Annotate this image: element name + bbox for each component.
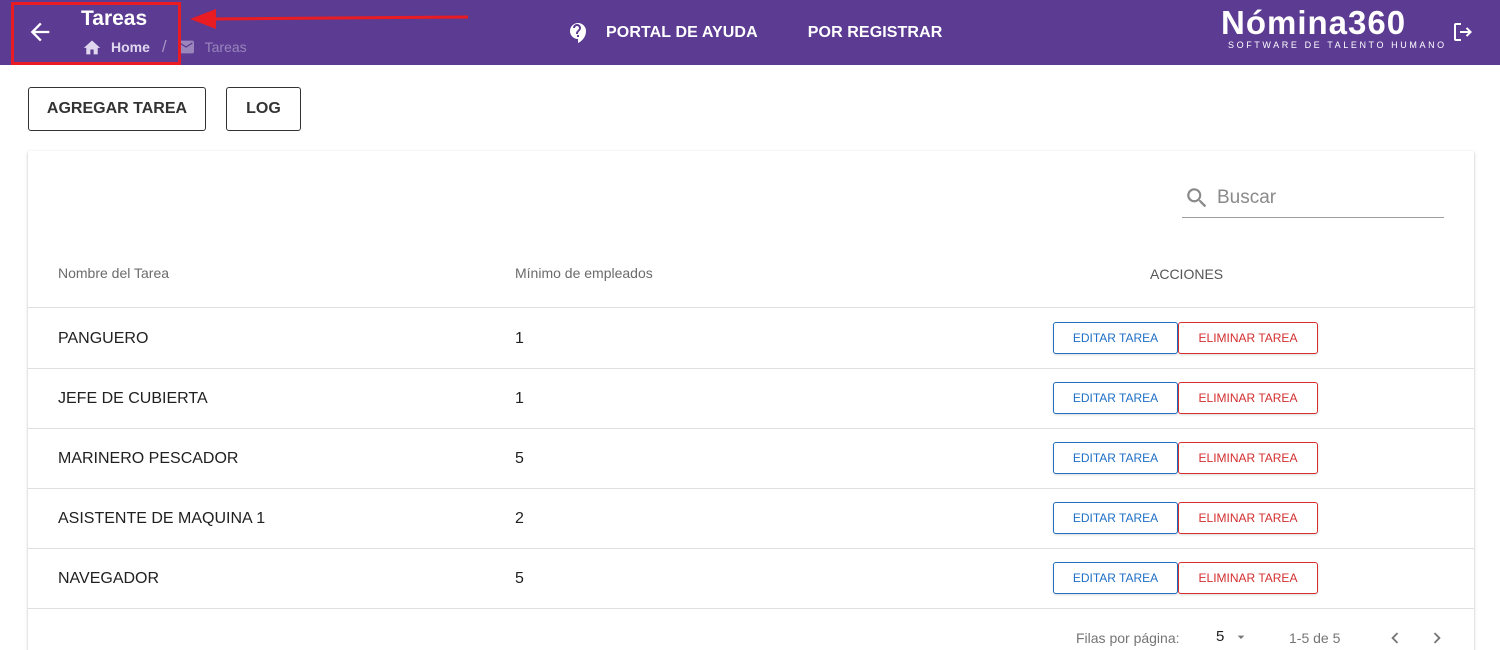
search-icon [1187, 188, 1207, 208]
column-header-min-employees[interactable]: Mínimo de empleados [515, 265, 653, 281]
edit-task-button[interactable]: EDITAR TAREA [1053, 442, 1178, 474]
dropdown-arrow-icon [1238, 635, 1245, 639]
pagination-range: 1-5 de 5 [1289, 630, 1341, 646]
search-box [1182, 179, 1444, 218]
brand-logo: Nómina360 SOFTWARE DE TALENTO HUMANO [1221, 4, 1451, 50]
delete-task-button[interactable]: ELIMINAR TAREA [1178, 442, 1318, 474]
task-min-employees: 1 [515, 390, 524, 407]
breadcrumb-current-label: Tareas [204, 39, 247, 55]
delete-task-button[interactable]: ELIMINAR TAREA [1178, 502, 1318, 534]
task-min-employees: 1 [515, 330, 524, 347]
column-header-actions: ACCIONES [1150, 266, 1224, 282]
rows-per-page-label: Filas por página: [1076, 630, 1180, 646]
task-min-employees: 5 [515, 450, 524, 467]
delete-task-button[interactable]: ELIMINAR TAREA [1178, 322, 1318, 354]
annotation-arrow-icon [190, 9, 469, 29]
edit-task-button[interactable]: EDITAR TAREA [1053, 562, 1178, 594]
tasks-card: Nombre del Tarea Mínimo de empleados ACC… [28, 151, 1474, 650]
chevron-right-icon[interactable] [1426, 627, 1448, 649]
task-min-employees: 5 [515, 570, 524, 587]
search-input[interactable] [1217, 187, 1437, 209]
help-portal-link[interactable]: PORTAL DE AYUDA [566, 21, 758, 45]
table-row: MARINERO PESCADOR 5 EDITAR TAREA ELIMINA… [28, 429, 1474, 489]
pending-register-link[interactable]: POR REGISTRAR [808, 24, 943, 42]
task-min-employees: 2 [515, 510, 524, 527]
rows-per-page-select[interactable]: 5 [1216, 628, 1249, 645]
table-pagination: Filas por página: 5 1-5 de 5 [28, 611, 1474, 650]
rows-per-page-value: 5 [1216, 628, 1225, 645]
column-header-name[interactable]: Nombre del Tarea [58, 265, 169, 281]
add-task-button[interactable]: AGREGAR TAREA [28, 87, 206, 131]
task-name: ASISTENTE DE MAQUINA 1 [58, 510, 266, 527]
logout-icon[interactable] [1451, 20, 1475, 49]
annotation-highlight-box [11, 2, 181, 65]
task-name: PANGUERO [58, 330, 149, 347]
table-header: Nombre del Tarea Mínimo de empleados ACC… [28, 243, 1474, 308]
delete-task-button[interactable]: ELIMINAR TAREA [1178, 562, 1318, 594]
log-button[interactable]: LOG [226, 87, 301, 131]
edit-task-button[interactable]: EDITAR TAREA [1053, 502, 1178, 534]
table-row: NAVEGADOR 5 EDITAR TAREA ELIMINAR TAREA [28, 549, 1474, 609]
table-row: ASISTENTE DE MAQUINA 1 2 EDITAR TAREA EL… [28, 489, 1474, 549]
task-name: JEFE DE CUBIERTA [58, 390, 208, 407]
help-icon [570, 23, 586, 43]
task-name: MARINERO PESCADOR [58, 450, 239, 467]
breadcrumb-current: Tareas [176, 39, 247, 55]
help-portal-label: PORTAL DE AYUDA [606, 24, 758, 41]
edit-task-button[interactable]: EDITAR TAREA [1053, 382, 1178, 414]
task-name: NAVEGADOR [58, 570, 160, 587]
chevron-left-icon[interactable] [1384, 627, 1406, 649]
edit-task-button[interactable]: EDITAR TAREA [1053, 322, 1178, 354]
top-nav: PORTAL DE AYUDA POR REGISTRAR [566, 20, 942, 46]
table-row: JEFE DE CUBIERTA 1 EDITAR TAREA ELIMINAR… [28, 369, 1474, 429]
delete-task-button[interactable]: ELIMINAR TAREA [1178, 382, 1318, 414]
brand-name: Nómina360 [1221, 4, 1407, 41]
brand-tagline: SOFTWARE DE TALENTO HUMANO [1228, 40, 1447, 50]
table-row: PANGUERO 1 EDITAR TAREA ELIMINAR TAREA [28, 309, 1474, 369]
